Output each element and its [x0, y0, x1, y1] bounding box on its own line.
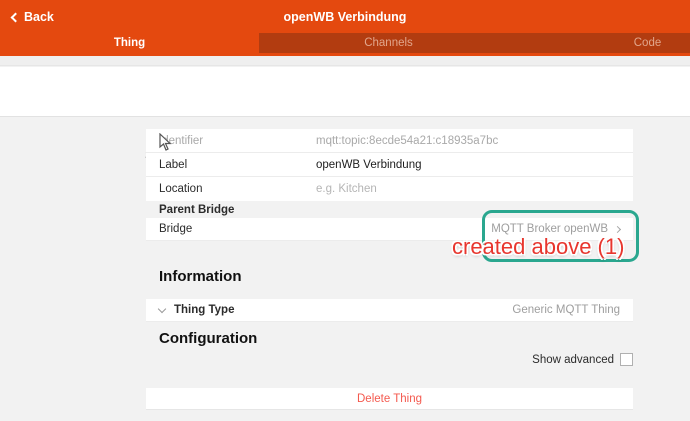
parent-bridge-section-label: Parent Bridge [159, 204, 235, 216]
thing-type-row[interactable]: Thing Type Generic MQTT Thing [146, 299, 633, 322]
field-label: Label [159, 158, 188, 171]
tab-bar: Thing Channels Code [0, 33, 690, 53]
delete-thing-button[interactable]: Delete Thing [146, 388, 633, 410]
show-advanced-row: Show advanced [146, 353, 633, 366]
tab-thing[interactable]: Thing [0, 33, 259, 53]
bridge-row[interactable]: Bridge MQTT Broker openWB [146, 218, 633, 241]
show-advanced-checkbox[interactable] [620, 353, 633, 366]
thing-detail-page: Back openWB Verbindung Thing Channels Co… [0, 0, 690, 421]
tab-code[interactable]: Code [518, 33, 690, 53]
bridge-value: MQTT Broker openWB [491, 223, 608, 235]
field-row-label[interactable]: Label openWB Verbindung [146, 153, 633, 177]
top-navbar: Back openWB Verbindung [0, 0, 690, 33]
field-label: Location [159, 183, 203, 195]
back-button[interactable]: Back [10, 0, 54, 33]
gap-band [0, 56, 690, 66]
show-advanced-label: Show advanced [532, 353, 614, 366]
field-value: mqtt:topic:8ecde54a21:c18935a7bc [316, 134, 499, 147]
thing-type-label: Thing Type [174, 304, 235, 316]
field-row-identifier[interactable]: Identifier mqtt:topic:8ecde54a21:c18935a… [146, 129, 633, 153]
field-value: openWB Verbindung [316, 158, 422, 171]
chevron-right-icon [613, 225, 622, 233]
chevron-down-icon [157, 304, 167, 313]
field-label: Identifier [159, 134, 204, 147]
status-band: Status: ONLINE [0, 67, 690, 165]
field-row-location[interactable]: Location e.g. Kitchen [146, 177, 633, 201]
tab-channels[interactable]: Channels [259, 33, 518, 53]
page-title: openWB Verbindung [283, 9, 407, 24]
configuration-heading: Configuration [159, 330, 258, 347]
chevron-left-icon [10, 12, 21, 22]
bridge-row-label: Bridge [159, 223, 193, 235]
back-label: Back [24, 9, 54, 24]
information-heading: Information [159, 268, 242, 285]
thing-type-value: Generic MQTT Thing [512, 304, 620, 316]
field-placeholder: e.g. Kitchen [316, 183, 377, 195]
